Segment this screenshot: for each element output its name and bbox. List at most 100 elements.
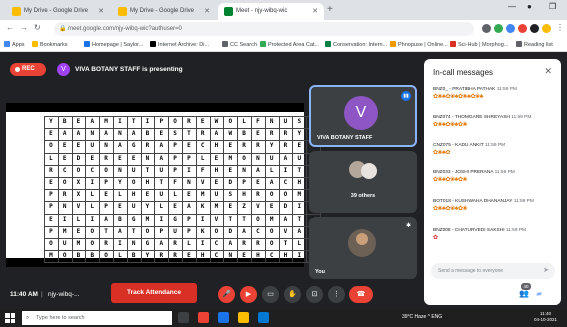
grid-letter: L — [90, 203, 95, 211]
grid-line — [223, 116, 224, 263]
raise-hand-icon[interactable]: ✋ — [284, 286, 301, 303]
bookmark-phnopuse[interactable]: Phnopuse | Online... — [390, 40, 448, 50]
grid-letter: T — [104, 227, 108, 235]
grid-letter: A — [104, 215, 108, 223]
back-icon[interactable]: ← — [6, 23, 14, 32]
bookmark-cc-search[interactable]: CC Search — [222, 40, 257, 50]
camera-off-icon[interactable]: ▶ — [240, 286, 257, 303]
grid-letter: G — [131, 215, 136, 223]
grid-letter: R — [256, 142, 260, 150]
grid-letter: O — [49, 240, 53, 247]
site-icon — [84, 41, 90, 47]
bookmark-bookmarks[interactable]: Bookmarks — [32, 40, 68, 50]
grid-letter: E — [49, 130, 53, 138]
grid-letter: O — [269, 240, 274, 247]
grid-letter: Y — [145, 252, 150, 260]
mic-off-icon[interactable]: 🎤 — [218, 286, 235, 303]
bookmark-scihub[interactable]: Sci-Hub | Morphog... — [450, 40, 508, 50]
grid-letter: H — [297, 179, 302, 186]
chat-icon[interactable]: ▰ — [536, 289, 542, 298]
close-icon[interactable]: ✕ — [204, 3, 210, 20]
account-icon[interactable]: ● — [527, 2, 532, 11]
grid-letter: D — [228, 179, 233, 186]
separator: | — [41, 291, 43, 298]
taskbar-search[interactable]: ⌕ Type here to search — [22, 311, 172, 325]
chat-message-input[interactable]: Send a message to everyone ➤ — [431, 263, 555, 279]
windows-start-icon[interactable] — [5, 313, 15, 323]
menu-icon[interactable]: ⋮ — [556, 23, 564, 32]
activities-icon[interactable]: ▲ — [553, 289, 561, 298]
edge-icon[interactable] — [218, 312, 229, 323]
grid-letter: Z — [242, 203, 246, 211]
participant-tile-self[interactable]: ✱ You — [309, 217, 417, 279]
grid-letter: A — [76, 130, 81, 138]
participant-tile-main[interactable]: V ▮▮ VIVA BOTANY STAFF — [309, 85, 417, 147]
taskbar-clock[interactable]: 11:40 04-10-2021 — [534, 311, 557, 323]
minimize-icon[interactable]: — — [508, 2, 516, 11]
grid-letter: O — [269, 191, 274, 199]
extension-icon[interactable] — [494, 24, 503, 33]
grid-letter: I — [90, 179, 95, 186]
track-attendance-button[interactable]: Track Attendance — [111, 283, 197, 303]
close-icon[interactable]: ✕ — [312, 3, 318, 20]
extension-icon[interactable] — [518, 24, 527, 33]
extension-icon[interactable] — [506, 24, 515, 33]
share-icon[interactable] — [482, 24, 491, 33]
grid-letter: L — [200, 154, 205, 162]
grid-letter: U — [283, 118, 288, 125]
send-icon[interactable]: ➤ — [543, 263, 549, 279]
info-icon[interactable]: ⓘ — [496, 289, 504, 300]
end-call-button[interactable]: ☎ — [349, 286, 373, 303]
people-icon[interactable]: 👥 — [519, 289, 529, 298]
grid-letter: C — [283, 179, 288, 186]
grid-line — [195, 116, 197, 263]
grid-letter: O — [49, 142, 53, 150]
more-options-icon[interactable]: ⋮ — [328, 286, 345, 303]
bookmark-saylor[interactable]: Homepage | Saylor... — [84, 40, 143, 50]
bookmark-reading-list[interactable]: Reading list — [516, 40, 553, 50]
grid-letter: G — [145, 240, 150, 247]
grid-line — [113, 116, 114, 263]
bookmark-conservation[interactable]: Conservation: Intern... — [325, 40, 387, 50]
grid-letter: A — [62, 130, 67, 138]
grid-line — [57, 116, 59, 263]
store-icon[interactable] — [258, 312, 269, 323]
grid-letter: O — [131, 179, 136, 186]
grid-letter: T — [283, 240, 288, 247]
chrome-icon[interactable] — [198, 312, 209, 323]
bookmark-apps[interactable]: Apps — [4, 40, 25, 50]
grid-letter: D — [283, 203, 288, 211]
tab-drive-1[interactable]: My Drive - Google Drive ✕ — [6, 3, 110, 20]
grid-letter: C — [90, 166, 95, 174]
restore-icon[interactable]: ❐ — [549, 2, 556, 11]
grid-letter: M — [62, 227, 67, 235]
grid-letter: B — [242, 130, 246, 138]
grid-letter: R — [173, 252, 177, 260]
grid-letter: T — [228, 215, 233, 223]
bookmark-protected[interactable]: Protected Area Cat... — [260, 40, 319, 50]
system-tray[interactable]: 39°C Haze ^ ENG — [402, 314, 442, 320]
task-view-icon[interactable] — [178, 312, 189, 323]
bookmark-archive[interactable]: Internet Archive: Di... — [150, 40, 209, 50]
search-icon: ⌕ — [26, 315, 30, 321]
grid-letter: N — [118, 130, 122, 138]
reload-icon[interactable]: ↻ — [34, 23, 41, 32]
new-tab-icon[interactable]: + — [327, 3, 333, 17]
profile-icon[interactable] — [542, 24, 551, 33]
present-icon[interactable]: ⊡ — [306, 286, 323, 303]
close-icon[interactable]: ✕ — [98, 3, 104, 20]
meet-stage: REC V VIVA BOTANY STAFF is presenting YB… — [0, 53, 567, 309]
grid-letter: R — [159, 252, 164, 260]
tab-drive-2[interactable]: My Drive - Google Drive ✕ — [112, 3, 216, 20]
pin-icon[interactable]: ✱ — [406, 222, 411, 229]
participant-tile-others[interactable]: 39 others — [309, 151, 417, 213]
grid-letter: B — [62, 118, 67, 125]
grid-line — [237, 116, 238, 263]
url-bar[interactable]: 🔒 meet.google.com/njy-wibq-wic?authuser=… — [54, 22, 474, 36]
captions-icon[interactable]: ▭ — [262, 286, 279, 303]
close-icon[interactable]: ✕ — [544, 66, 552, 77]
puzzle-icon[interactable] — [530, 24, 539, 33]
tab-meet[interactable]: Meet - njy-wibq-wic ✕ — [218, 3, 324, 20]
forward-icon[interactable]: → — [20, 23, 28, 32]
explorer-icon[interactable] — [238, 312, 249, 323]
